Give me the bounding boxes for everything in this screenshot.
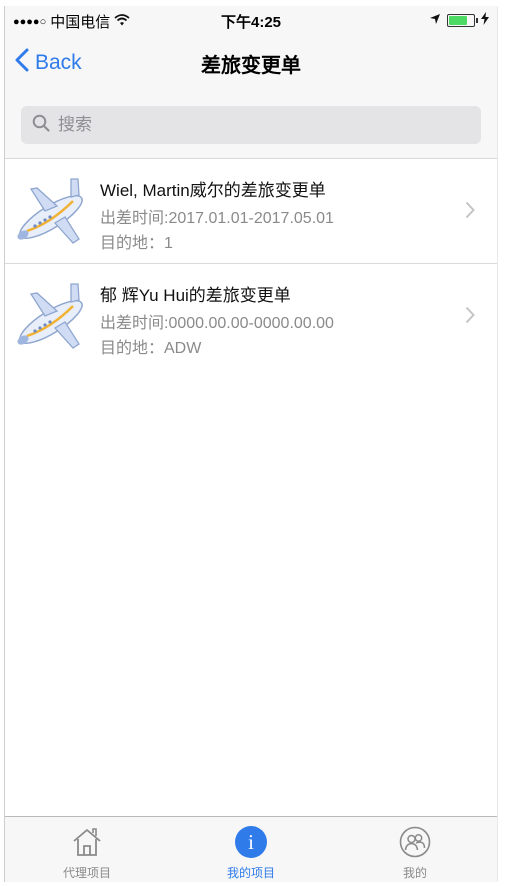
user-group-icon: [399, 826, 431, 858]
item-travel-time: 出差时间:0000.00.00-0000.00.00: [100, 315, 334, 332]
info-icon: i: [235, 826, 267, 858]
list-item[interactable]: 郁 辉Yu Hui的差旅变更单 出差时间:0000.00.00-0000.00.…: [5, 263, 497, 368]
location-arrow-icon: [429, 12, 441, 29]
home-icon: [71, 826, 103, 858]
status-time: 下午4:25: [220, 14, 282, 31]
status-bar: ●●●●○ 中国电信 下午4:25: [5, 6, 497, 34]
search-bar[interactable]: [21, 106, 481, 144]
tab-label: 我的项目: [226, 866, 275, 880]
page-title: 差旅变更单: [201, 55, 301, 77]
change-order-list: Wiel, Martin威尔的差旅变更单 出差时间:2017.01.01-201…: [5, 158, 497, 369]
phone-screen: ●●●●○ 中国电信 下午4:25 Back 差旅变更单 搜索 Wiel, Ma…: [4, 6, 498, 882]
item-title: Wiel, Martin威尔的差旅变更单: [100, 181, 326, 200]
item-destination: 目的地：1: [100, 235, 173, 252]
search-icon: [21, 114, 50, 137]
charging-bolt-icon: [481, 12, 489, 29]
chevron-right-icon: [465, 306, 475, 329]
navigation-bar: Back 差旅变更单: [5, 34, 497, 90]
battery-fill: [449, 16, 467, 25]
airplane-icon: [11, 171, 91, 251]
list-item[interactable]: Wiel, Martin威尔的差旅变更单 出差时间:2017.01.01-201…: [5, 159, 497, 263]
empty-content-area: [5, 368, 497, 816]
tab-label: 代理项目: [62, 866, 111, 880]
battery-icon: [447, 14, 478, 27]
tab-bar: 代理项目 i 我的项目 我的: [5, 816, 497, 882]
tab-me[interactable]: 我的: [333, 817, 497, 882]
tab-my-projects[interactable]: i 我的项目: [169, 817, 333, 882]
tab-label: 我的: [402, 866, 427, 880]
search-input[interactable]: [56, 114, 440, 136]
tab-proxy-projects[interactable]: 代理项目: [5, 817, 169, 882]
airplane-icon: [11, 276, 91, 356]
status-right: [429, 12, 489, 29]
item-destination: 目的地：ADW: [100, 340, 202, 357]
chevron-right-icon: [465, 201, 475, 224]
item-title: 郁 辉Yu Hui的差旅变更单: [100, 286, 291, 305]
item-travel-time: 出差时间:2017.01.01-2017.05.01: [100, 210, 334, 227]
